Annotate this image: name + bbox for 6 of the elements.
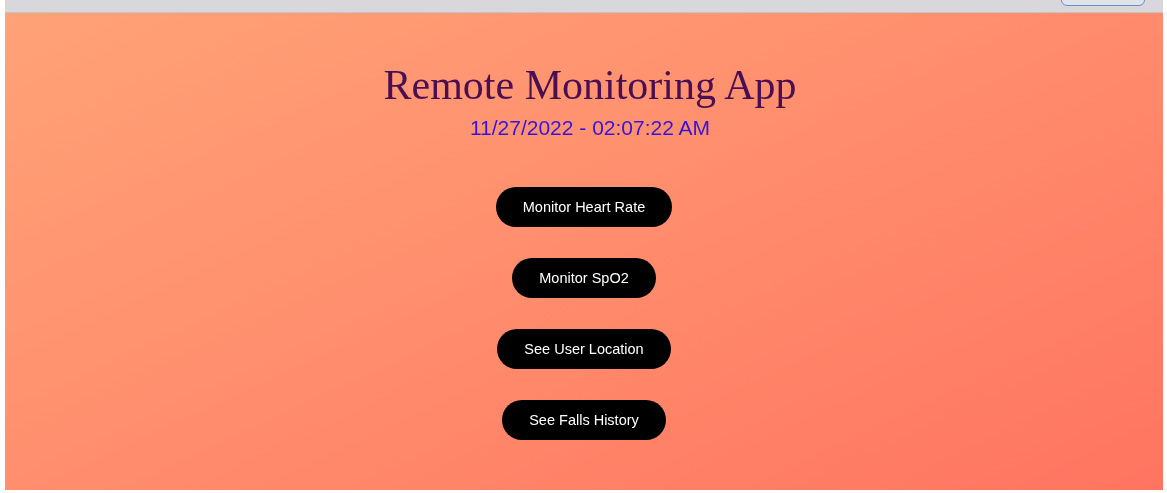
app-title: Remote Monitoring App [383,61,797,110]
menu-button[interactable]: Monitor SpO2 [512,258,656,298]
menu-button[interactable]: See User Location [497,329,671,369]
menu-button[interactable]: Monitor Heart Rate [495,187,673,227]
date-time: 11/27/2022 - 02:07:22 AM [469,115,711,141]
menu-button[interactable]: See Falls History [502,400,666,440]
